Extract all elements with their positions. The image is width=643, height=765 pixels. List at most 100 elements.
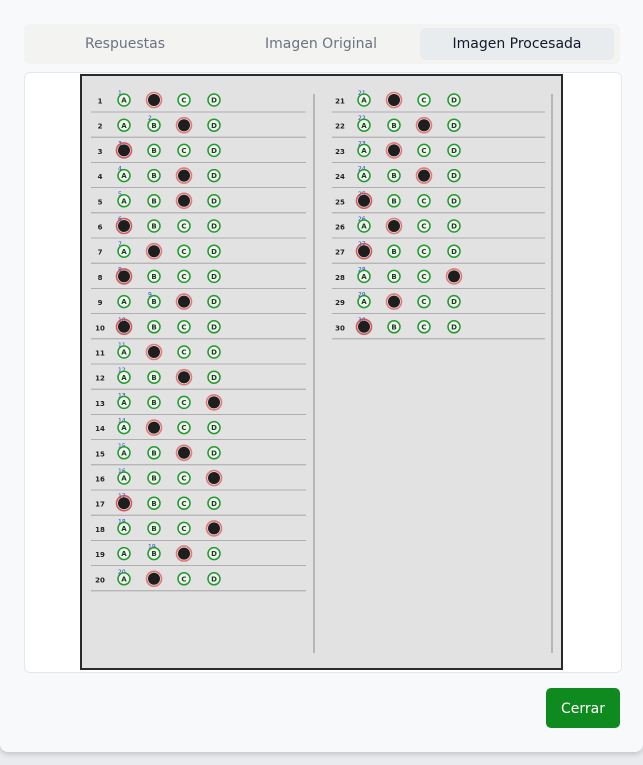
processed-answer-sheet-image: 11ACD22ABD33BCD44ABD55ABD66BCD77ACD88BCD…: [80, 74, 563, 670]
bubble-label: D: [211, 273, 217, 281]
filled-bubble: [418, 119, 430, 132]
bubble-label: A: [121, 374, 127, 382]
question-number: 11: [95, 350, 105, 358]
bubble-label: A: [361, 147, 367, 155]
filled-bubble: [118, 144, 130, 157]
bubble-label: D: [211, 172, 217, 180]
bubble-label: D: [451, 323, 457, 331]
bubble-label: A: [121, 197, 127, 205]
question-number: 20: [95, 576, 105, 584]
bubble-label: D: [451, 223, 457, 231]
bubble-label: A: [121, 298, 127, 306]
filled-bubble: [388, 94, 400, 106]
bubble-label: B: [151, 374, 156, 382]
bubble-label: B: [151, 223, 156, 231]
bubble-label: C: [421, 97, 426, 105]
bubble-label: C: [421, 197, 426, 205]
bubble-label: B: [151, 298, 156, 306]
bubble-label: D: [211, 223, 217, 231]
tab-imagen-procesada[interactable]: Imagen Procesada: [420, 28, 614, 60]
tab-respuestas[interactable]: Respuestas: [32, 28, 218, 60]
filled-bubble: [448, 270, 460, 283]
bubble-label: D: [211, 147, 217, 155]
question-number: 8: [98, 274, 103, 282]
bubble-label: A: [121, 399, 127, 407]
filled-bubble: [358, 194, 370, 207]
question-number: 21: [335, 98, 345, 106]
filled-bubble: [388, 220, 400, 232]
filled-bubble: [178, 547, 190, 560]
bubble-label: C: [421, 248, 426, 256]
question-number: 29: [335, 299, 345, 307]
bubble-label: D: [211, 323, 217, 331]
filled-bubble: [208, 396, 220, 409]
question-number: 5: [98, 198, 103, 206]
question-number: 30: [335, 324, 345, 332]
filled-bubble: [118, 497, 130, 510]
bubble-label: D: [211, 248, 217, 256]
bubble-label: B: [151, 147, 156, 155]
bubble-label: B: [151, 172, 156, 180]
bubble-label: A: [121, 248, 127, 256]
bubble-label: B: [151, 449, 156, 457]
bubble-label: B: [391, 248, 396, 256]
bubble-label: C: [181, 399, 186, 407]
filled-bubble: [388, 295, 400, 308]
tab-imagen-original[interactable]: Imagen Original: [224, 28, 418, 60]
bubble-label: D: [451, 197, 457, 205]
bubble-label: C: [181, 349, 186, 357]
close-button[interactable]: Cerrar: [546, 688, 620, 728]
bubble-label: B: [391, 273, 396, 281]
bubble-label: C: [421, 147, 426, 155]
bubble-label: D: [211, 424, 217, 432]
bubble-label: B: [151, 500, 156, 508]
bubble-label: A: [121, 575, 127, 583]
question-number: 25: [335, 198, 345, 206]
question-number: 24: [335, 173, 345, 181]
question-number: 12: [95, 375, 105, 383]
filled-bubble: [388, 144, 400, 157]
bubble-label: D: [211, 575, 217, 583]
bubble-label: B: [151, 197, 156, 205]
filled-bubble: [178, 446, 190, 459]
bubble-label: D: [451, 97, 457, 105]
bubble-label: C: [181, 323, 186, 331]
bubble-label: A: [361, 122, 367, 130]
question-number: 2: [98, 123, 103, 131]
bubble-label: D: [211, 449, 217, 457]
bubble-label: C: [181, 248, 186, 256]
filled-bubble: [178, 295, 190, 308]
filled-bubble: [178, 194, 190, 207]
bubble-label: C: [181, 97, 186, 105]
question-number: 26: [335, 224, 345, 232]
filled-bubble: [358, 245, 370, 258]
filled-bubble: [148, 346, 160, 358]
question-number: 3: [98, 148, 103, 156]
bubble-label: D: [451, 298, 457, 306]
filled-bubble: [148, 245, 160, 258]
question-number: 16: [95, 476, 105, 484]
bubble-label: B: [151, 475, 156, 483]
question-number: 9: [98, 299, 103, 307]
question-number: 14: [95, 425, 105, 433]
bubble-label: C: [181, 575, 186, 583]
bubble-label: A: [361, 97, 367, 105]
bubble-label: D: [211, 550, 217, 558]
bubble-label: D: [451, 147, 457, 155]
question-number: 18: [95, 526, 105, 534]
bubble-label: C: [421, 323, 426, 331]
bubble-label: C: [421, 273, 426, 281]
question-number: 7: [98, 249, 103, 257]
bubble-label: B: [151, 122, 156, 130]
bubble-label: C: [181, 475, 186, 483]
bubble-label: A: [121, 449, 127, 457]
question-number: 6: [98, 224, 103, 232]
bubble-label: C: [181, 424, 186, 432]
bubble-label: D: [451, 248, 457, 256]
tab-bar: Respuestas Imagen Original Imagen Proces…: [24, 24, 620, 64]
bubble-label: D: [211, 97, 217, 105]
bubble-label: D: [211, 197, 217, 205]
filled-bubble: [178, 169, 190, 182]
question-number: 13: [95, 400, 105, 408]
bubble-label: A: [121, 550, 127, 558]
